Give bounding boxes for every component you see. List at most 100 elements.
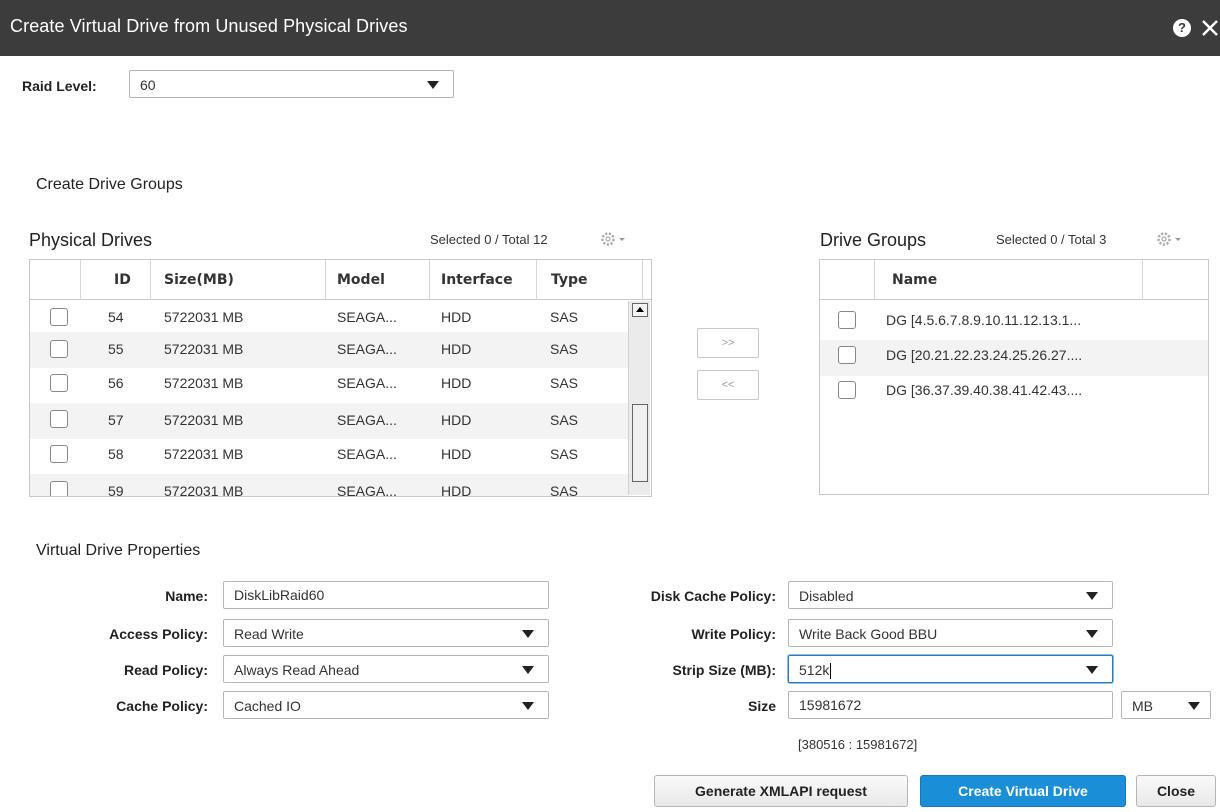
name-input[interactable]: DiskLibRaid60 — [223, 581, 549, 609]
cache-policy-value: Cached IO — [234, 698, 301, 714]
row-checkbox[interactable] — [838, 381, 856, 399]
col-id[interactable]: ID — [114, 260, 131, 300]
drive-groups-title: Drive Groups — [820, 230, 927, 250]
raid-level-select[interactable]: 60 — [129, 70, 454, 98]
cache-policy-select[interactable]: Cached IO — [223, 691, 549, 719]
size-input[interactable]: 15981672 — [788, 691, 1113, 719]
row-checkbox[interactable] — [838, 346, 856, 364]
name-label: Name: — [165, 588, 208, 604]
table-row[interactable]: 57 5722031 MB SEAGA... HDD SAS — [30, 403, 628, 439]
cell-model: SEAGA... — [337, 446, 397, 462]
write-policy-label: Write Policy: — [691, 626, 776, 642]
row-checkbox[interactable] — [50, 410, 68, 428]
col-interface[interactable]: Interface — [441, 260, 513, 300]
size-range-hint: [380516 : 15981672] — [798, 737, 918, 752]
virtual-drive-properties-title: Virtual Drive Properties — [36, 542, 201, 559]
list-item[interactable]: DG [4.5.6.7.8.9.10.11.12.13.1... — [820, 305, 1208, 341]
row-checkbox[interactable] — [50, 340, 68, 358]
size-label: Size — [747, 698, 776, 714]
cell-interface: HDD — [441, 446, 472, 462]
cell-size: 5722031 MB — [164, 446, 244, 462]
table-row[interactable]: 58 5722031 MB SEAGA... HDD SAS — [30, 439, 628, 475]
gear-icon[interactable] — [1156, 230, 1184, 248]
remove-from-group-button[interactable]: << — [697, 370, 759, 400]
close-icon[interactable] — [1197, 12, 1220, 42]
chevron-down-icon — [522, 630, 534, 638]
chevron-down-icon — [1188, 702, 1200, 710]
row-checkbox[interactable] — [50, 374, 68, 392]
cell-size: 5722031 MB — [164, 341, 244, 357]
create-virtual-drive-button[interactable]: Create Virtual Drive — [920, 775, 1126, 807]
col-model[interactable]: Model — [337, 260, 385, 300]
write-policy-value: Write Back Good BBU — [799, 626, 938, 642]
access-policy-select[interactable]: Read Write — [223, 619, 549, 647]
physical-drives-grid: ID Size(MB) Model Interface Type 54 5722… — [29, 259, 652, 497]
size-unit-select[interactable]: MB — [1121, 691, 1211, 719]
cell-name: DG [4.5.6.7.8.9.10.11.12.13.1... — [886, 312, 1082, 328]
cell-size: 5722031 MB — [164, 412, 244, 428]
col-name[interactable]: Name — [892, 260, 937, 300]
list-item[interactable]: DG [36.37.39.40.38.41.42.43.... — [820, 375, 1208, 411]
cell-interface: HDD — [441, 341, 472, 357]
chevron-down-icon — [427, 81, 439, 89]
scroll-thumb[interactable] — [632, 404, 648, 482]
gear-icon[interactable] — [600, 230, 628, 248]
title-bar: Create Virtual Drive from Unused Physica… — [0, 0, 1220, 56]
grid-header: ID Size(MB) Model Interface Type — [30, 260, 651, 300]
size-unit-value: MB — [1132, 698, 1153, 714]
access-policy-value: Read Write — [234, 626, 304, 642]
col-size[interactable]: Size(MB) — [164, 260, 234, 300]
grid-header: Name — [820, 260, 1208, 300]
cell-size: 5722031 MB — [164, 483, 244, 497]
disk-cache-policy-select[interactable]: Disabled — [788, 581, 1113, 609]
raid-level-value: 60 — [140, 77, 156, 93]
read-policy-select[interactable]: Always Read Ahead — [223, 655, 549, 683]
cell-size: 5722031 MB — [164, 375, 244, 391]
write-policy-select[interactable]: Write Back Good BBU — [788, 619, 1113, 647]
cell-id: 59 — [108, 483, 124, 497]
table-row[interactable]: 56 5722031 MB SEAGA... HDD SAS — [30, 368, 628, 404]
drive-groups-grid: Name DG [4.5.6.7.8.9.10.11.12.13.1... DG… — [819, 259, 1209, 495]
row-checkbox[interactable] — [50, 445, 68, 463]
physical-drives-scrollbar[interactable] — [628, 301, 650, 495]
cell-interface: HDD — [441, 483, 472, 497]
chevron-down-icon — [522, 666, 534, 674]
cell-type: SAS — [550, 375, 579, 391]
cell-model: SEAGA... — [337, 375, 397, 391]
cell-type: SAS — [550, 341, 579, 357]
close-button[interactable]: Close — [1136, 775, 1216, 807]
table-row[interactable]: 59 5722031 MB SEAGA... HDD SAS — [30, 474, 628, 497]
create-drive-groups-title: Create Drive Groups — [36, 176, 183, 193]
cell-model: SEAGA... — [337, 341, 397, 357]
add-to-group-button[interactable]: >> — [697, 328, 759, 358]
chevron-down-icon — [1086, 666, 1098, 674]
generate-xmlapi-request-button[interactable]: Generate XMLAPI request — [654, 775, 908, 807]
chevron-down-icon — [1086, 630, 1098, 638]
list-item[interactable]: DG [20.21.22.23.24.25.26.27.... — [820, 340, 1208, 376]
disk-cache-policy-value: Disabled — [799, 588, 854, 604]
chevron-down-icon — [522, 702, 534, 710]
scroll-up-arrow-icon[interactable] — [632, 303, 648, 317]
row-checkbox[interactable] — [838, 311, 856, 329]
access-policy-label: Access Policy: — [109, 626, 208, 642]
cell-model: SEAGA... — [337, 412, 397, 428]
strip-size-select[interactable]: 512k — [788, 655, 1113, 683]
cell-id: 55 — [108, 341, 124, 357]
drive-groups-selected-count: Selected 0 / Total 3 — [996, 232, 1107, 247]
cell-type: SAS — [550, 483, 579, 497]
cell-name: DG [20.21.22.23.24.25.26.27.... — [886, 347, 1083, 363]
cell-name: DG [36.37.39.40.38.41.42.43.... — [886, 382, 1083, 398]
read-policy-label: Read Policy: — [123, 662, 208, 678]
cell-model: SEAGA... — [337, 483, 397, 497]
help-icon[interactable]: ? — [1173, 19, 1191, 37]
row-checkbox[interactable] — [50, 481, 68, 496]
physical-drives-title: Physical Drives — [29, 230, 153, 250]
row-checkbox[interactable] — [50, 308, 68, 326]
disk-cache-policy-label: Disk Cache Policy: — [650, 588, 776, 604]
cell-type: SAS — [550, 446, 579, 462]
cache-policy-label: Cache Policy: — [116, 698, 208, 714]
strip-size-label: Strip Size (MB): — [672, 662, 776, 678]
col-type[interactable]: Type — [551, 260, 588, 300]
table-row[interactable]: 55 5722031 MB SEAGA... HDD SAS — [30, 332, 628, 368]
cell-interface: HDD — [441, 375, 472, 391]
